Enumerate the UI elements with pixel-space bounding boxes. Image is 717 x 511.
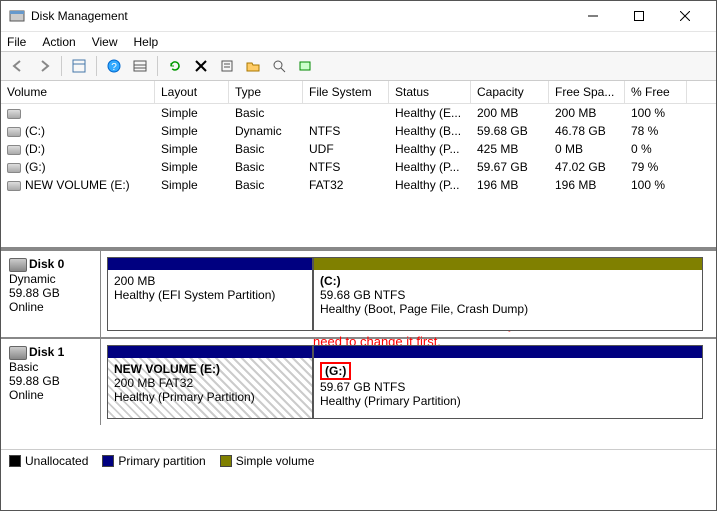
- forward-button[interactable]: [33, 55, 55, 77]
- disk-icon: [9, 346, 27, 360]
- legend-unallocated: Unallocated: [9, 454, 88, 468]
- partition[interactable]: NEW VOLUME (E:)200 MB FAT32Healthy (Prim…: [107, 345, 313, 419]
- volume-list: Volume Layout Type File System Status Ca…: [1, 81, 716, 249]
- titlebar: Disk Management: [1, 1, 716, 31]
- close-button[interactable]: [662, 1, 708, 31]
- back-button[interactable]: [7, 55, 29, 77]
- volume-row[interactable]: SimpleBasicHealthy (E...200 MB200 MB100 …: [1, 104, 716, 122]
- svg-text:?: ?: [111, 62, 117, 73]
- settings-button[interactable]: [129, 55, 151, 77]
- col-type[interactable]: Type: [229, 81, 303, 103]
- col-layout[interactable]: Layout: [155, 81, 229, 103]
- col-capacity[interactable]: Capacity: [471, 81, 549, 103]
- toolbar: ?: [1, 51, 716, 81]
- disk-row: Disk 0Dynamic59.88 GBOnline200 MBHealthy…: [1, 249, 716, 337]
- col-filesystem[interactable]: File System: [303, 81, 389, 103]
- legend-simple: Simple volume: [220, 454, 315, 468]
- refresh-button[interactable]: [164, 55, 186, 77]
- volume-row[interactable]: (G:)SimpleBasicNTFSHealthy (P...59.67 GB…: [1, 158, 716, 176]
- menu-file[interactable]: File: [7, 35, 26, 49]
- app-icon: [9, 8, 25, 24]
- volume-row[interactable]: (C:)SimpleDynamicNTFSHealthy (B...59.68 …: [1, 122, 716, 140]
- open-button[interactable]: [242, 55, 264, 77]
- col-pctfree[interactable]: % Free: [625, 81, 687, 103]
- help-button[interactable]: ?: [103, 55, 125, 77]
- disk-header[interactable]: Disk 1Basic59.88 GBOnline: [1, 339, 101, 425]
- drive-icon: [7, 127, 21, 137]
- volume-list-header: Volume Layout Type File System Status Ca…: [1, 81, 716, 104]
- drive-icon: [7, 163, 21, 173]
- properties-button[interactable]: [216, 55, 238, 77]
- col-status[interactable]: Status: [389, 81, 471, 103]
- volume-row[interactable]: NEW VOLUME (E:)SimpleBasicFAT32Healthy (…: [1, 176, 716, 194]
- col-freespace[interactable]: Free Spa...: [549, 81, 625, 103]
- disk-header[interactable]: Disk 0Dynamic59.88 GBOnline: [1, 251, 101, 337]
- minimize-button[interactable]: [570, 1, 616, 31]
- window-title: Disk Management: [31, 9, 570, 23]
- menu-view[interactable]: View: [92, 35, 118, 49]
- drive-icon: [7, 109, 21, 119]
- maximize-button[interactable]: [616, 1, 662, 31]
- partition[interactable]: (G:)59.67 GB NTFSHealthy (Primary Partit…: [313, 345, 703, 419]
- drive-icon: [7, 145, 21, 155]
- partition[interactable]: (C:)59.68 GB NTFSHealthy (Boot, Page Fil…: [313, 257, 703, 331]
- disk-row: Disk 1Basic59.88 GBOnlineNEW VOLUME (E:)…: [1, 337, 716, 425]
- disk-map: If the drive letter is 'A' after clone, …: [1, 249, 716, 449]
- disk-icon: [9, 258, 27, 272]
- config-button[interactable]: [294, 55, 316, 77]
- col-volume[interactable]: Volume: [1, 81, 155, 103]
- volume-row[interactable]: (D:)SimpleBasicUDFHealthy (P...425 MB0 M…: [1, 140, 716, 158]
- search-button[interactable]: [268, 55, 290, 77]
- cancel-button[interactable]: [190, 55, 212, 77]
- menubar: File Action View Help: [1, 31, 716, 51]
- legend-primary: Primary partition: [102, 454, 205, 468]
- partition[interactable]: 200 MBHealthy (EFI System Partition): [107, 257, 313, 331]
- show-hide-button[interactable]: [68, 55, 90, 77]
- window-controls: [570, 1, 708, 31]
- menu-action[interactable]: Action: [42, 35, 75, 49]
- legend: Unallocated Primary partition Simple vol…: [1, 449, 716, 471]
- menu-help[interactable]: Help: [134, 35, 159, 49]
- drive-icon: [7, 181, 21, 191]
